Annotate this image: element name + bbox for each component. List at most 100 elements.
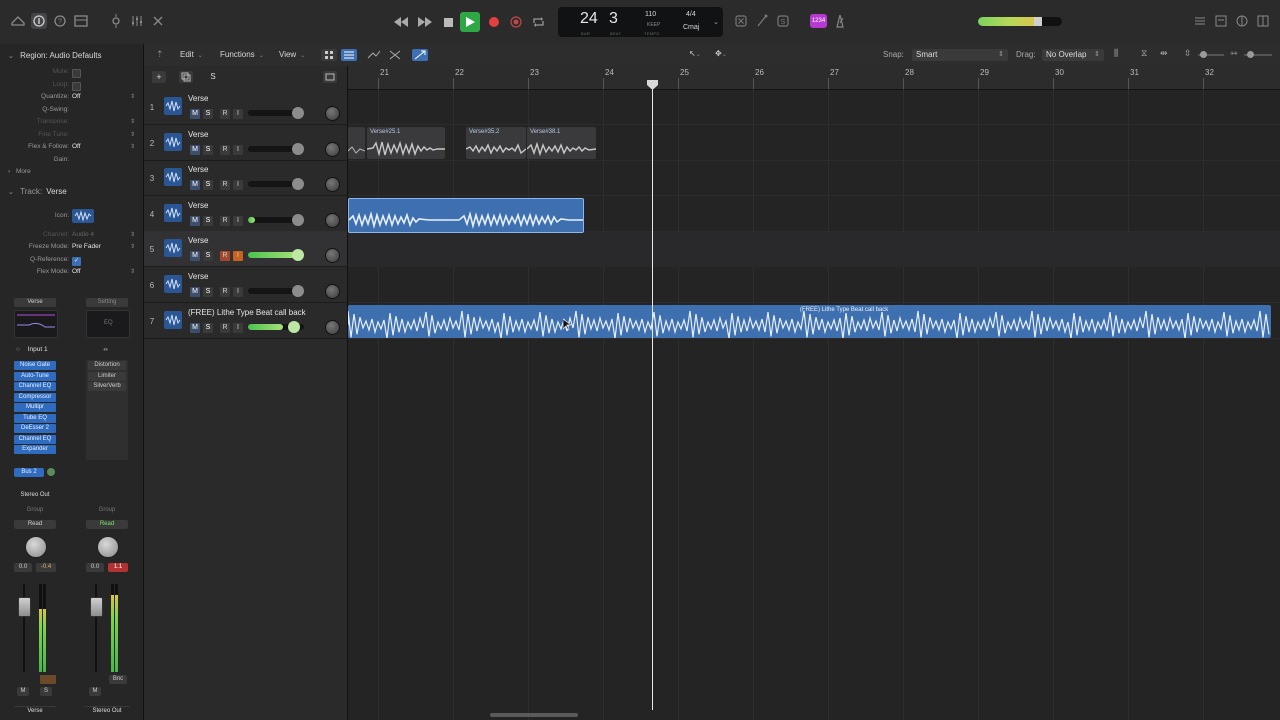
strip1-eq-thumbnail[interactable] (14, 310, 58, 338)
track-header[interactable]: 1 Verse M S R I (144, 89, 347, 125)
solo-button[interactable]: S (203, 287, 213, 297)
mute-button[interactable]: M (190, 109, 200, 119)
mute-button[interactable]: M (190, 144, 200, 155)
strip1-plugin-slot[interactable]: Multipr (14, 403, 56, 412)
cycle-button[interactable] (528, 12, 548, 32)
waveform-zoom-icon[interactable]: ⫼ (1114, 48, 1118, 59)
audio-waveform-icon[interactable] (164, 203, 182, 222)
input-monitor-button[interactable]: I (233, 287, 243, 297)
volume-slider-thumb[interactable] (288, 320, 300, 333)
strip1-name-field[interactable]: Verse (14, 298, 56, 307)
track-volume-slider[interactable] (248, 178, 304, 191)
record-enable-button[interactable]: R (220, 180, 230, 191)
audio-region-verse-25-1[interactable]: Verse#25.1 (367, 127, 445, 159)
record-enable-button[interactable]: R (220, 251, 230, 262)
strip1-group-slot[interactable]: Group (14, 506, 56, 515)
record-button[interactable] (484, 12, 504, 32)
strip2-plugin-slot[interactable]: Distortion (88, 361, 126, 370)
track-row[interactable]: Channel: Audio 4 ⇕ (0, 231, 143, 243)
note-pad-icon[interactable] (1213, 13, 1229, 29)
region-row[interactable]: Gain: (0, 156, 143, 168)
record-enable-button[interactable]: R (220, 144, 230, 155)
strip2-pan-knob[interactable] (97, 536, 119, 558)
strip1-record-input-buttons[interactable] (40, 675, 56, 684)
strip1-pan-knob[interactable] (25, 536, 47, 558)
inspector-icon[interactable] (31, 13, 47, 29)
secondary-tool-menu[interactable]: ✥⌄ (715, 49, 737, 61)
region-row[interactable]: Flex & Follow: Off ⇕ (0, 143, 143, 155)
more-disclosure[interactable]: › More (8, 168, 31, 175)
pan-knob[interactable] (325, 319, 340, 335)
input-monitor-button[interactable]: I (233, 251, 243, 262)
solo-all-button[interactable]: S (206, 71, 220, 83)
strip1-mute-button[interactable]: M (17, 687, 29, 696)
fast-forward-button[interactable] (415, 12, 435, 32)
track-volume-slider[interactable] (248, 107, 304, 119)
playhead-handle[interactable] (647, 80, 658, 90)
solo-mode-icon[interactable]: S (775, 13, 791, 29)
quick-help-icon[interactable]: ? (52, 13, 68, 29)
pan-knob[interactable] (325, 212, 340, 228)
track-volume-slider[interactable] (248, 249, 304, 262)
region-row[interactable]: Fine Tune: ⇕ (0, 131, 143, 143)
track-name[interactable]: Verse (188, 130, 208, 139)
track-header[interactable]: 7 (FREE) Lithe Type Beat call back M S R… (144, 303, 347, 339)
solo-button[interactable]: S (203, 215, 213, 226)
input-monitor-button[interactable]: I (233, 215, 243, 226)
zoom-horizontal-arrows-icon[interactable]: ⇿ (1230, 48, 1238, 59)
input-monitor-button[interactable]: I (233, 109, 243, 119)
strip2-plugin-slot[interactable]: Limiter (88, 371, 126, 381)
strip1-plugin-slot[interactable]: Channel EQ (14, 434, 56, 444)
vertical-zoom-icon[interactable]: ⧖ (1141, 48, 1147, 59)
track-row[interactable]: Freeze Mode: Pre Fader ⇕ (0, 243, 143, 255)
add-track-button[interactable]: + (152, 71, 166, 83)
record-enable-button[interactable]: R (220, 287, 230, 297)
track-row[interactable]: Q-Reference: ✓ (0, 256, 143, 268)
track-checkbox[interactable]: ✓ (72, 257, 81, 266)
record-enable-button[interactable]: R (220, 322, 230, 333)
toolbar-icon[interactable] (73, 13, 89, 29)
horizontal-zoom-slider[interactable] (1244, 51, 1272, 58)
pointer-tool-menu[interactable]: ↖⌄ (689, 49, 711, 61)
input-monitor-button[interactable]: I (233, 144, 243, 155)
audio-region-track7[interactable]: (FREE) Lithe Type Beat call back (348, 305, 1271, 338)
strip2-eq-thumbnail[interactable]: EQ (86, 310, 130, 338)
strip1-solo-button[interactable]: S (40, 687, 52, 696)
strip2-bounce-button[interactable]: Bnc (109, 675, 127, 684)
horizontal-scrollbar[interactable] (490, 713, 578, 717)
audio-region-verse-38-1[interactable]: Verse#38.1 (527, 127, 596, 159)
play-button[interactable] (460, 12, 480, 32)
strip1-output-slot[interactable]: Stereo Out (12, 491, 58, 500)
audio-region-track4[interactable] (348, 198, 584, 233)
region-checkbox[interactable] (72, 69, 81, 78)
grid-view-button[interactable] (321, 49, 337, 61)
input-monitor-button[interactable]: I (233, 180, 243, 191)
track-header[interactable]: 6 Verse M S R I (144, 267, 347, 303)
volume-slider-thumb[interactable] (292, 142, 304, 155)
metronome-icon[interactable] (832, 13, 848, 29)
lcd-display[interactable]: 24 3 BAR BEAT 110 KEEP TEMPO 4/4 Cmaj ⌄ (558, 7, 723, 37)
solo-button[interactable]: S (203, 109, 213, 119)
flex-icon[interactable] (387, 49, 403, 61)
replace-icon[interactable] (733, 13, 749, 29)
horizontal-zoom-icon[interactable]: ⇹ (1160, 48, 1168, 59)
bar-ruler[interactable]: 21 22 23 24 25 26 27 28 29 30 31 32 (348, 66, 1280, 90)
region-row[interactable]: Mute: (0, 68, 143, 80)
strip1-plugin-slot[interactable]: Expander (14, 445, 56, 454)
track-icon-waveform-icon[interactable] (72, 209, 94, 223)
strip1-plugin-slot[interactable]: Noise Gate (14, 361, 56, 370)
strip1-automation-mode[interactable]: Read (14, 520, 56, 529)
strip1-volume-fader[interactable] (18, 597, 31, 617)
track-inspector-header[interactable]: ⌄ Track: Verse (8, 187, 67, 196)
track-name[interactable]: Verse (188, 201, 208, 210)
track-name[interactable]: Verse (188, 272, 208, 281)
strip2-volume-fader[interactable] (90, 597, 103, 617)
solo-button[interactable]: S (203, 251, 213, 262)
record-enable-button[interactable]: R (220, 109, 230, 119)
strip2-setting-button[interactable]: Setting (86, 298, 128, 307)
horizontal-zoom-thumb[interactable] (1247, 51, 1254, 58)
strip2-automation-mode[interactable]: Read (86, 520, 128, 529)
volume-slider-thumb[interactable] (292, 285, 304, 297)
mixer-icon[interactable] (129, 13, 145, 29)
track-header[interactable]: 3 Verse M S R I (144, 160, 347, 197)
